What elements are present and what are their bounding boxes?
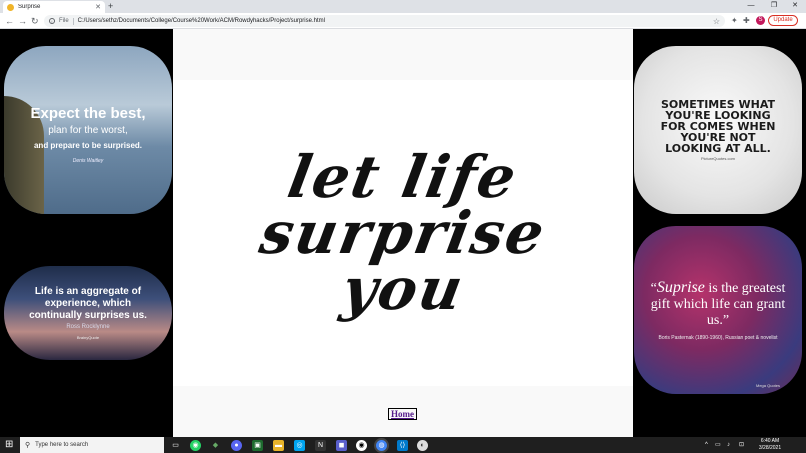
system-clock[interactable]: 6:40 AM 3/28/2021 xyxy=(754,438,786,452)
chrome-icon[interactable]: ◍ xyxy=(376,440,387,451)
hero-line: surprise xyxy=(254,199,552,267)
site-info-icon[interactable]: i xyxy=(49,18,55,24)
tab-close-icon[interactable]: ✕ xyxy=(95,3,101,11)
volume-icon[interactable]: ♪ xyxy=(727,441,730,449)
quote-author: Boris Pasternak (1890-1960), Russian poe… xyxy=(658,334,778,341)
browser-toolbar: ← → ↻ i File C:/Users/sethz/Documents/Co… xyxy=(0,13,806,29)
profile-avatar[interactable]: S xyxy=(756,16,765,25)
browser-tab[interactable]: Surprise ✕ xyxy=(3,1,105,13)
back-button[interactable]: ← xyxy=(5,15,14,27)
quote-text: Life is an aggregate of experience, whic… xyxy=(29,286,147,321)
clock-date: 3/28/2021 xyxy=(758,445,782,451)
url-scheme: File xyxy=(59,18,69,24)
taskbar-search[interactable]: ⚲ Type here to search xyxy=(20,437,164,453)
quote-card-looking-for: SOMETIMES WHAT YOU'RE LOOKING FOR COMES … xyxy=(634,46,802,214)
quote-author: Denis Waitley xyxy=(72,157,104,164)
hero-image: let life surprise you xyxy=(173,80,633,386)
center-panel: let life surprise you Home xyxy=(173,29,633,437)
puzzle-icon[interactable]: ✚ xyxy=(743,16,750,26)
home-link[interactable]: Home xyxy=(388,408,417,420)
update-button[interactable]: Update xyxy=(768,15,798,26)
close-window-button[interactable]: ✕ xyxy=(784,0,806,13)
quote-line: and prepare to be surprised. xyxy=(33,140,143,150)
teams-icon[interactable]: ◼ xyxy=(336,440,347,451)
clock-time: 6:40 AM xyxy=(760,438,780,444)
quote-author: Ross Rocklynne xyxy=(66,324,110,330)
quote-highlight-word: Suprise xyxy=(656,278,705,296)
quote-card-aggregate-of-experience: Life is an aggregate of experience, whic… xyxy=(4,266,172,360)
quote-text: “Suprise is the greatest gift which life… xyxy=(640,278,796,329)
url-divider xyxy=(72,17,74,25)
minimize-button[interactable]: — xyxy=(740,0,762,13)
quote-line: plan for the worst, xyxy=(48,124,128,136)
tab-bar: Surprise ✕ + — ❐ ✕ xyxy=(0,0,806,13)
quote-card-surprise-gift: “Suprise is the greatest gift which life… xyxy=(634,226,802,394)
url-text[interactable]: C:/Users/sethz/Documents/College/Course%… xyxy=(78,18,325,24)
file-explorer-icon[interactable]: ▬ xyxy=(273,440,284,451)
page-favicon-icon xyxy=(7,3,14,11)
quote-credit: Mega Quotes xyxy=(755,383,780,388)
address-bar[interactable]: i File C:/Users/sethz/Documents/College/… xyxy=(44,15,725,27)
forward-button[interactable]: → xyxy=(18,15,27,27)
search-placeholder: Type here to search xyxy=(35,442,89,448)
page-body: Expect the best, plan for the worst, and… xyxy=(0,29,806,437)
tray-overflow-icon[interactable]: ^ xyxy=(705,441,708,449)
hero-line: you xyxy=(336,255,470,323)
whatsapp-icon[interactable]: ◉ xyxy=(190,440,201,451)
store-icon[interactable]: ◎ xyxy=(294,440,305,451)
quote-credit: BrainyQuote xyxy=(76,335,100,340)
bookmark-star-icon[interactable]: ☆ xyxy=(713,17,720,26)
quote-credit: PictureQuotes.com xyxy=(700,156,735,161)
quote-line: Expect the best, xyxy=(30,104,146,122)
hero-script-text: let life surprise you xyxy=(173,80,633,386)
terminal-icon[interactable]: ▣ xyxy=(252,440,263,451)
quote-card-expect-the-best: Expect the best, plan for the worst, and… xyxy=(4,46,172,214)
app-icon[interactable]: ◆ xyxy=(210,440,221,451)
maximize-button[interactable]: ❐ xyxy=(763,0,785,13)
battery-icon[interactable]: ▭ xyxy=(715,441,721,449)
quote-text: SOMETIMES WHAT YOU'RE LOOKING FOR COMES … xyxy=(660,98,776,155)
reload-button[interactable]: ↻ xyxy=(31,15,39,27)
app-icon[interactable]: ◐ xyxy=(417,440,428,451)
discord-icon[interactable]: ● xyxy=(231,440,242,451)
extensions-icon[interactable]: ✦ xyxy=(731,16,738,26)
tab-title: Surprise xyxy=(18,4,41,10)
hero-line: let life xyxy=(283,143,523,211)
windows-taskbar: ⊞ ⚲ Type here to search ▭ ◉ ◆ ● ▣ ▬ ◎ N … xyxy=(0,437,806,453)
notion-icon[interactable]: N xyxy=(315,440,326,451)
display-icon[interactable]: ⊡ xyxy=(739,441,744,449)
vscode-icon[interactable]: ⟨⟩ xyxy=(397,440,408,451)
search-icon: ⚲ xyxy=(25,442,31,449)
new-tab-button[interactable]: + xyxy=(108,1,113,12)
start-button-icon[interactable]: ⊞ xyxy=(5,440,13,450)
app-icon[interactable]: ◉ xyxy=(356,440,367,451)
task-view-icon[interactable]: ▭ xyxy=(170,440,181,451)
